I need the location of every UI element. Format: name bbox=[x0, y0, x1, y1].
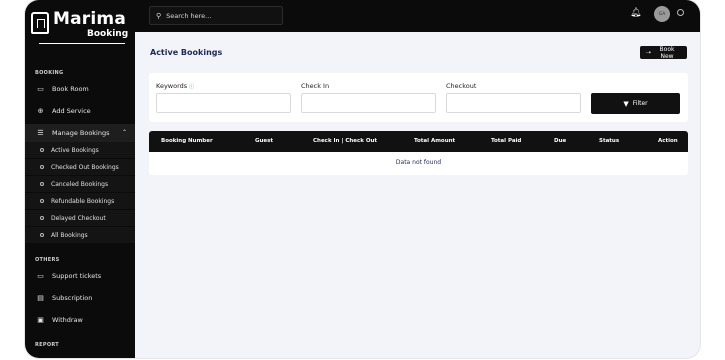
submenu-refundable-bookings[interactable]: Refundable Bookings bbox=[25, 193, 135, 209]
chevron-up-icon: ⌃ bbox=[121, 129, 127, 136]
submenu-label: All Bookings bbox=[51, 231, 88, 239]
sidebar: Marima Booking BOOKING ▭ Book Room ⊕ Add… bbox=[25, 0, 135, 358]
sidebar-item-label: Subscription bbox=[52, 294, 93, 302]
sidebar-item-label: Add Service bbox=[52, 107, 91, 115]
submenu-delayed-checkout[interactable]: Delayed Checkout bbox=[25, 210, 135, 226]
column-header[interactable]: Guest bbox=[255, 138, 273, 144]
page-title: Active Bookings bbox=[150, 48, 223, 57]
submenu-label: Canceled Bookings bbox=[51, 180, 109, 188]
filter-button-label: Filter bbox=[632, 100, 648, 107]
submenu-all-bookings[interactable]: All Bookings bbox=[25, 227, 135, 243]
hotel-logo-icon bbox=[31, 12, 49, 34]
column-header[interactable]: Check In | Check Out bbox=[313, 138, 377, 144]
section-others: OTHERS bbox=[35, 257, 60, 263]
bullet-icon bbox=[40, 233, 44, 237]
check-in-label: Check In bbox=[301, 82, 330, 90]
bell-icon[interactable]: 🔔︎ bbox=[630, 8, 642, 20]
keywords-label-text: Keywords bbox=[156, 82, 188, 90]
keywords-label: Keywords ⓘ bbox=[156, 82, 194, 90]
filter-button[interactable]: ▼ Filter bbox=[591, 93, 680, 114]
submenu-canceled-bookings[interactable]: Canceled Bookings bbox=[25, 176, 135, 192]
funnel-icon: ▼ bbox=[623, 99, 629, 108]
sidebar-item-withdraw[interactable]: ▣ Withdraw bbox=[25, 311, 135, 329]
sidebar-item-label: Manage Bookings bbox=[52, 129, 110, 137]
submenu-active-bookings[interactable]: Active Bookings bbox=[25, 142, 135, 158]
column-header[interactable]: Total Amount bbox=[414, 138, 455, 144]
submenu-checked-out-bookings[interactable]: Checked Out Bookings bbox=[25, 159, 135, 175]
bullet-icon bbox=[40, 182, 44, 186]
section-report: REPORT bbox=[35, 342, 60, 348]
ticket-icon: ▭ bbox=[37, 272, 44, 280]
brand-name: Marima bbox=[53, 9, 126, 29]
sidebar-item-label: Book Room bbox=[52, 85, 89, 93]
search-icon: ⚲ bbox=[156, 11, 162, 20]
bullet-icon bbox=[40, 216, 44, 220]
column-header[interactable]: Booking Number bbox=[161, 138, 213, 144]
checkout-label: Checkout bbox=[446, 82, 477, 90]
bullet-icon bbox=[40, 148, 44, 152]
sidebar-item-label: Support tickets bbox=[52, 272, 102, 280]
app-window: Marima Booking BOOKING ▭ Book Room ⊕ Add… bbox=[25, 0, 700, 358]
info-icon[interactable]: ⓘ bbox=[189, 84, 194, 90]
section-booking: BOOKING bbox=[35, 70, 64, 76]
column-header[interactable]: Total Paid bbox=[491, 138, 521, 144]
user-menu-icon[interactable] bbox=[677, 9, 684, 16]
submenu-label: Delayed Checkout bbox=[51, 214, 106, 222]
card-icon: ▤ bbox=[37, 294, 44, 302]
sidebar-item-manage-bookings[interactable]: ☰ Manage Bookings ⌃ bbox=[25, 124, 135, 142]
plus-circle-icon: ⊕ bbox=[37, 107, 44, 115]
bullet-icon bbox=[40, 199, 44, 203]
checkout-input[interactable] bbox=[446, 93, 581, 113]
wallet-icon: ▣ bbox=[37, 316, 44, 324]
logo-underline bbox=[39, 43, 125, 44]
filter-panel: Keywords ⓘ Check In Checkout ▼ Filter bbox=[149, 73, 688, 122]
submenu-label: Refundable Bookings bbox=[51, 197, 115, 205]
submenu-label: Active Bookings bbox=[51, 146, 99, 154]
sidebar-item-subscription[interactable]: ▤ Subscription bbox=[25, 289, 135, 307]
table-header: Booking Number Guest Check In | Check Ou… bbox=[149, 131, 688, 152]
search-input[interactable] bbox=[166, 11, 277, 20]
submenu-label: Checked Out Bookings bbox=[51, 163, 119, 171]
keywords-input[interactable] bbox=[156, 93, 291, 113]
avatar[interactable]: GA bbox=[654, 6, 670, 22]
book-new-label: Book New bbox=[659, 45, 675, 60]
sidebar-item-book-room[interactable]: ▭ Book Room bbox=[25, 80, 135, 98]
bookings-table: Booking Number Guest Check In | Check Ou… bbox=[149, 131, 688, 175]
book-new-button[interactable]: ⇢ Book New bbox=[640, 45, 687, 60]
bed-icon: ▭ bbox=[37, 85, 44, 93]
main-content: Active Bookings ⇢ Book New Keywords ⓘ Che… bbox=[135, 32, 700, 358]
column-header[interactable]: Status bbox=[599, 138, 619, 144]
logo[interactable]: Marima Booking bbox=[31, 9, 131, 44]
sidebar-item-label: Withdraw bbox=[52, 316, 83, 324]
column-header[interactable]: Action bbox=[658, 138, 678, 144]
sidebar-item-support-tickets[interactable]: ▭ Support tickets bbox=[25, 267, 135, 285]
bed-icon: ⇢ bbox=[646, 49, 652, 56]
empty-state: Data not found bbox=[395, 159, 442, 166]
bullet-icon bbox=[40, 165, 44, 169]
topbar: ⚲ 🔔︎ GA bbox=[135, 0, 700, 32]
list-icon: ☰ bbox=[37, 129, 44, 137]
column-header[interactable]: Due bbox=[554, 138, 566, 144]
sidebar-item-add-service[interactable]: ⊕ Add Service bbox=[25, 102, 135, 120]
brand-sub: Booking bbox=[87, 29, 129, 39]
check-in-input[interactable] bbox=[301, 93, 436, 113]
search-box[interactable]: ⚲ bbox=[149, 6, 283, 25]
